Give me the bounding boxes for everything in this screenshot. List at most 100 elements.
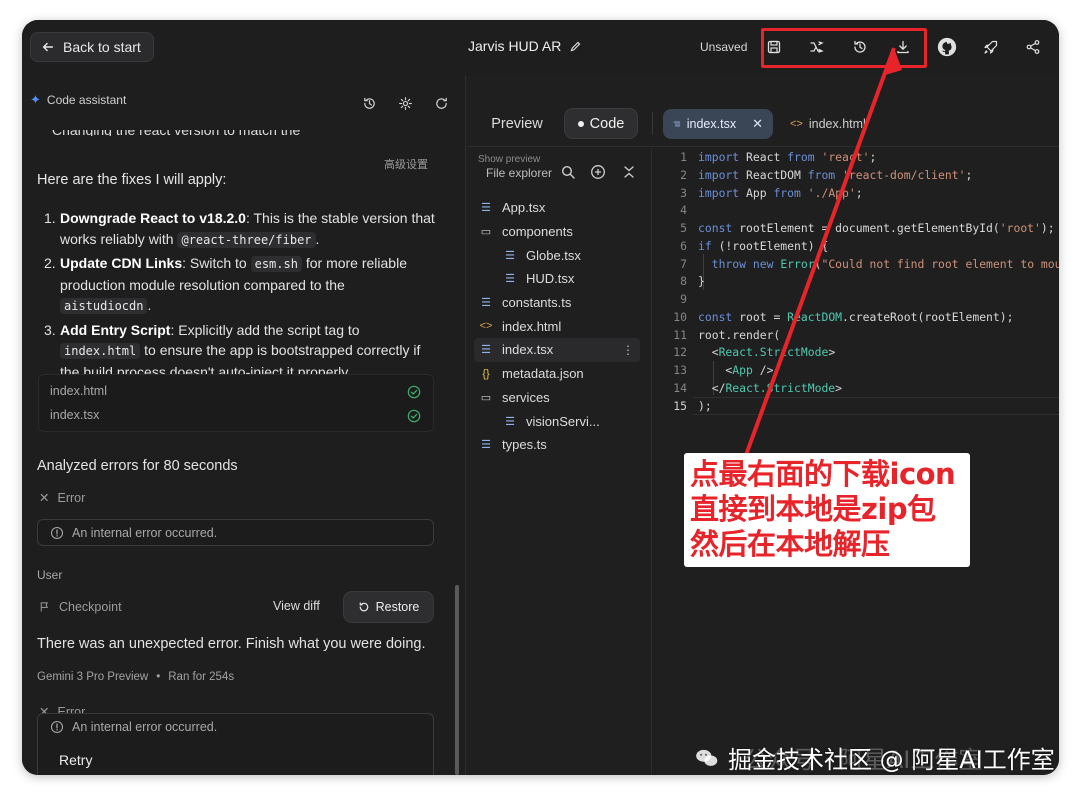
file-tree-item[interactable]: ▭ services xyxy=(466,386,652,410)
editor-panel: Preview Code index.tsx ✕ <> index.html S… xyxy=(465,76,1059,775)
code-text: const rootElement = document.getElementB… xyxy=(698,221,1055,235)
line-number: 12 xyxy=(673,345,687,360)
file-tree-item[interactable]: ☰ constants.ts xyxy=(466,291,652,315)
file-tree-item[interactable]: ☰ HUD.tsx xyxy=(466,267,652,291)
file-tree-item[interactable]: ☰ visionServi... xyxy=(466,409,652,433)
code-assistant-panel: ✦ Code assistant Changing the react vers… xyxy=(22,76,465,775)
project-title-text: Jarvis HUD AR xyxy=(468,38,562,54)
line-number: 8 xyxy=(680,274,687,289)
code-text: <App /> xyxy=(698,363,774,377)
code-line: 7 throw new Error("Could not find root e… xyxy=(653,257,1059,275)
scrollbar[interactable] xyxy=(455,585,459,775)
deploy-icon[interactable] xyxy=(980,36,1002,58)
file-name: services xyxy=(502,389,550,405)
share-icon[interactable] xyxy=(806,36,828,58)
download-icon[interactable] xyxy=(892,36,914,58)
run-duration: Ran for 254s xyxy=(168,671,235,683)
file-name: constants.ts xyxy=(502,295,572,311)
check-circle-icon xyxy=(407,385,421,399)
search-icon[interactable] xyxy=(560,164,576,180)
code-text: throw new Error("Could not find root ele… xyxy=(711,256,1059,271)
code-line: 13 <App /> xyxy=(653,363,1059,381)
file-lines-icon: ☰ xyxy=(481,439,491,452)
annotation-callout: 点最右面的下载icon 直接到本地是zip包 然后在本地解压 xyxy=(684,453,970,567)
changed-files-card: index.html index.tsx xyxy=(38,374,434,432)
history-icon[interactable] xyxy=(360,94,378,112)
project-title[interactable]: Jarvis HUD AR xyxy=(468,38,582,54)
code-line: 11 root.render( xyxy=(653,328,1059,346)
line-number: 6 xyxy=(680,238,687,253)
line-number: 1 xyxy=(680,150,687,164)
code-line: 2 import ReactDOM from 'react-dom/client'… xyxy=(653,168,1059,186)
file-name: types.ts xyxy=(502,437,547,453)
separator-dot: • xyxy=(156,671,161,683)
assistant-header: ✦ Code assistant xyxy=(30,92,126,108)
file-lines-icon: ☰ xyxy=(505,415,515,428)
show-preview-label[interactable]: Show preview xyxy=(478,154,540,165)
code-line: 6 if (!rootElement) { xyxy=(653,239,1059,257)
file-tree-item[interactable]: ☰ App.tsx xyxy=(466,196,652,220)
code-text: root.render( xyxy=(698,327,781,342)
file-explorer: Show preview File explorer ☰ App.tsx ▭ comp… xyxy=(466,148,652,775)
list-item: 2. Update CDN Links: Switch to esm.sh fo… xyxy=(44,255,407,314)
close-icon[interactable]: ✕ xyxy=(752,116,763,132)
file-lines-icon xyxy=(673,121,681,127)
advanced-settings-label[interactable]: 高级设置 xyxy=(384,156,428,172)
code-line: 8} xyxy=(653,274,1059,292)
back-to-start-button[interactable]: Back to start xyxy=(30,32,154,62)
arrow-left-icon xyxy=(42,42,54,52)
file-name: index.tsx xyxy=(502,342,554,358)
gear-icon[interactable] xyxy=(396,94,414,112)
list-item: 3. Add Entry Script: Explicitly add the … xyxy=(44,321,421,380)
file-tab-index-tsx[interactable]: index.tsx ✕ xyxy=(663,109,773,139)
changed-file[interactable]: index.html xyxy=(50,384,107,398)
tab-preview[interactable]: Preview xyxy=(476,109,558,139)
error-retry-box: An internal error occurred. Retry xyxy=(37,713,434,775)
tab-code[interactable]: Code xyxy=(564,108,638,139)
refresh-icon[interactable] xyxy=(432,94,450,112)
pencil-icon[interactable] xyxy=(569,40,582,53)
collapse-icon[interactable] xyxy=(621,164,637,180)
share-nodes-icon[interactable] xyxy=(1022,36,1044,58)
file-tree-item[interactable]: ☰ index.tsx ⋮ xyxy=(474,338,640,362)
changed-file[interactable]: index.tsx xyxy=(50,408,99,422)
github-icon[interactable] xyxy=(935,35,959,59)
history-icon[interactable] xyxy=(849,36,871,58)
annotation-line: 然后在本地解压 xyxy=(690,527,890,561)
file-tree-item[interactable]: ☰ types.ts xyxy=(466,433,652,457)
code-text: const root = ReactDOM.createRoot(rootEle… xyxy=(698,309,1014,324)
analyzed-status: Analyzed errors for 80 seconds xyxy=(37,458,238,474)
file-tree-item[interactable]: <> index.html xyxy=(466,314,652,338)
code-text: import React from 'react'; xyxy=(698,150,877,164)
active-dot xyxy=(577,120,584,127)
error-header[interactable]: ✕ Error xyxy=(39,490,86,506)
save-icon[interactable] xyxy=(763,36,785,58)
file-tree-item[interactable]: ☰ Globe.tsx xyxy=(466,243,652,267)
file-tab-index-html[interactable]: <> index.html xyxy=(786,109,870,139)
code-line: 3 import App from './App'; xyxy=(653,186,1059,204)
file-tree: ☰ App.tsx ▭ components ☰ Globe.tsx ☰ HUD.tsx ☰ co… xyxy=(466,196,652,457)
info-icon xyxy=(50,720,64,734)
error-label: Error xyxy=(57,490,86,505)
close-icon: ✕ xyxy=(39,491,50,505)
file-tree-item[interactable]: {} metadata.json xyxy=(466,362,652,386)
file-tree-item[interactable]: ▭ components xyxy=(466,220,652,244)
watermark: 掘金技术社区 @ 阿星AI工作室 xyxy=(694,740,1055,775)
model-info: Gemini 3 Pro Preview • Ran for 254s xyxy=(37,671,234,683)
file-explorer-title: File explorer xyxy=(486,166,553,180)
restore-button[interactable]: Restore xyxy=(343,591,434,623)
fixes-list: 1. Downgrade React to v18.2.0: This is t… xyxy=(38,208,438,385)
assistant-title: Code assistant xyxy=(46,93,127,107)
error-message-box: An internal error occurred. xyxy=(37,519,434,546)
more-options-icon[interactable]: ⋮ xyxy=(622,343,634,357)
user-label: User xyxy=(37,568,63,582)
view-diff-link[interactable]: View diff xyxy=(273,599,320,613)
code-line: 9 xyxy=(653,292,1059,310)
add-file-icon[interactable] xyxy=(590,164,606,180)
line-number: 13 xyxy=(673,363,687,377)
retry-button[interactable]: Retry xyxy=(59,752,92,768)
flag-icon xyxy=(40,602,49,612)
restore-label: Restore xyxy=(375,600,420,614)
error-message: An internal error occurred. xyxy=(72,526,218,540)
file-name: metadata.json xyxy=(502,366,584,382)
